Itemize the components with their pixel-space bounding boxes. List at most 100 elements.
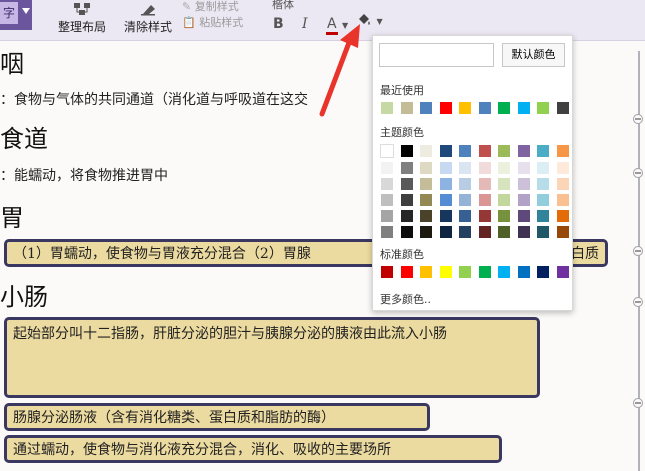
theme-color-swatch[interactable]	[380, 177, 394, 191]
node-title-stomach[interactable]: 胃	[0, 198, 24, 233]
recent-color-swatch[interactable]	[380, 101, 394, 115]
theme-color-swatch[interactable]	[536, 144, 550, 158]
standard-color-swatch[interactable]	[438, 265, 453, 279]
theme-color-swatch[interactable]	[497, 177, 511, 191]
theme-color-swatch[interactable]	[555, 209, 570, 223]
recent-color-swatch[interactable]	[536, 101, 550, 115]
theme-color-swatch[interactable]	[477, 144, 492, 158]
theme-color-swatch[interactable]	[438, 177, 453, 191]
theme-color-swatch[interactable]	[497, 193, 511, 207]
recent-color-swatch[interactable]	[555, 101, 570, 115]
node-box-absorption[interactable]: 通过蠕动，使食物与消化液充分混合，消化、吸收的主要场所	[4, 435, 502, 463]
recent-color-swatch[interactable]	[516, 101, 531, 115]
theme-color-swatch[interactable]	[497, 144, 511, 158]
recent-color-swatch[interactable]	[458, 101, 472, 115]
standard-color-swatch[interactable]	[458, 265, 472, 279]
theme-color-swatch[interactable]	[419, 144, 433, 158]
theme-color-swatch[interactable]	[516, 177, 531, 191]
theme-color-swatch[interactable]	[438, 225, 453, 239]
theme-color-swatch[interactable]	[399, 225, 414, 239]
collapse-node-icon[interactable]	[633, 168, 643, 178]
theme-color-swatch[interactable]	[419, 177, 433, 191]
standard-color-swatch[interactable]	[555, 265, 570, 279]
theme-color-swatch[interactable]	[555, 177, 570, 191]
theme-color-swatch[interactable]	[536, 177, 550, 191]
theme-color-swatch[interactable]	[399, 209, 414, 223]
theme-color-swatch[interactable]	[458, 193, 472, 207]
theme-color-swatch[interactable]	[516, 193, 531, 207]
theme-color-swatch[interactable]	[477, 193, 492, 207]
theme-color-swatch[interactable]	[380, 209, 394, 223]
recent-color-swatch[interactable]	[438, 101, 453, 115]
recent-color-swatch[interactable]	[477, 101, 492, 115]
theme-color-swatch[interactable]	[438, 161, 453, 175]
recent-color-swatch[interactable]	[399, 101, 414, 115]
fill-color-button[interactable]: ▼	[356, 12, 383, 32]
theme-color-swatch[interactable]	[477, 225, 492, 239]
node-title-esophagus[interactable]: 食道	[0, 119, 48, 154]
theme-color-swatch[interactable]	[536, 225, 550, 239]
theme-color-swatch[interactable]	[536, 161, 550, 175]
node-title-small-intestine[interactable]: 小肠	[0, 277, 48, 312]
bold-button[interactable]: B	[273, 16, 284, 32]
node-text-pharynx[interactable]: ：食物与气体的共同通道（消化道与呼吸道在这交	[0, 89, 308, 109]
theme-color-swatch[interactable]	[458, 161, 472, 175]
standard-color-swatch[interactable]	[536, 265, 550, 279]
node-text-esophagus[interactable]: ：能蠕动，将食物推进胃中	[0, 165, 168, 185]
font-name-select[interactable]: 楷体	[272, 0, 294, 12]
theme-color-swatch[interactable]	[477, 209, 492, 223]
theme-color-swatch[interactable]	[497, 161, 511, 175]
clear-style-button[interactable]: 清除样式	[124, 2, 172, 35]
theme-color-swatch[interactable]	[516, 225, 531, 239]
theme-color-swatch[interactable]	[555, 225, 570, 239]
copy-style-button[interactable]: ✎ 复制样式	[182, 0, 239, 14]
theme-color-swatch[interactable]	[419, 161, 433, 175]
collapse-node-icon[interactable]	[633, 246, 643, 256]
theme-color-swatch[interactable]	[555, 144, 570, 158]
theme-color-swatch[interactable]	[458, 225, 472, 239]
theme-color-swatch[interactable]	[380, 193, 394, 207]
more-colors-link[interactable]: 更多颜色..	[380, 291, 431, 307]
node-title-pharynx[interactable]: 咽	[0, 44, 24, 79]
theme-color-swatch[interactable]	[419, 193, 433, 207]
standard-color-swatch[interactable]	[419, 265, 433, 279]
theme-color-swatch[interactable]	[536, 209, 550, 223]
italic-button[interactable]: I	[302, 16, 308, 32]
theme-color-swatch[interactable]	[497, 209, 511, 223]
theme-color-swatch[interactable]	[555, 161, 570, 175]
default-color-button[interactable]: 默认颜色	[502, 43, 565, 67]
theme-color-swatch[interactable]	[399, 161, 414, 175]
standard-color-swatch[interactable]	[516, 265, 531, 279]
layout-button[interactable]: 整理布局	[58, 2, 106, 35]
theme-color-swatch[interactable]	[458, 177, 472, 191]
standard-color-swatch[interactable]	[380, 265, 394, 279]
theme-color-swatch[interactable]	[380, 161, 394, 175]
node-box-duodenum[interactable]: 起始部分叫十二指肠，肝脏分泌的胆汁与胰腺分泌的胰液由此流入小肠	[4, 317, 540, 398]
theme-color-swatch[interactable]	[516, 209, 531, 223]
theme-color-swatch[interactable]	[458, 144, 472, 158]
theme-color-swatch[interactable]	[516, 144, 531, 158]
theme-color-swatch[interactable]	[477, 161, 492, 175]
collapse-node-icon[interactable]	[633, 114, 643, 124]
style-dropdown[interactable]: 字	[0, 0, 32, 30]
theme-color-swatch[interactable]	[438, 209, 453, 223]
collapse-node-icon[interactable]	[633, 398, 643, 408]
recent-color-swatch[interactable]	[497, 101, 511, 115]
standard-color-swatch[interactable]	[477, 265, 492, 279]
font-color-button[interactable]: A ▼	[326, 16, 348, 35]
theme-color-swatch[interactable]	[516, 161, 531, 175]
standard-color-swatch[interactable]	[497, 265, 511, 279]
hex-color-input[interactable]	[379, 43, 494, 67]
theme-color-swatch[interactable]	[536, 193, 550, 207]
theme-color-swatch[interactable]	[497, 225, 511, 239]
theme-color-swatch[interactable]	[399, 144, 414, 158]
theme-color-swatch[interactable]	[419, 209, 433, 223]
theme-color-swatch[interactable]	[477, 177, 492, 191]
theme-color-swatch[interactable]	[438, 193, 453, 207]
recent-color-swatch[interactable]	[419, 101, 433, 115]
theme-color-swatch[interactable]	[380, 225, 394, 239]
theme-color-swatch[interactable]	[458, 209, 472, 223]
theme-color-swatch[interactable]	[399, 193, 414, 207]
node-box-intestinal-gland[interactable]: 肠腺分泌肠液（含有消化糖类、蛋白质和脂肪的酶）	[4, 403, 430, 431]
theme-color-swatch[interactable]	[399, 177, 414, 191]
